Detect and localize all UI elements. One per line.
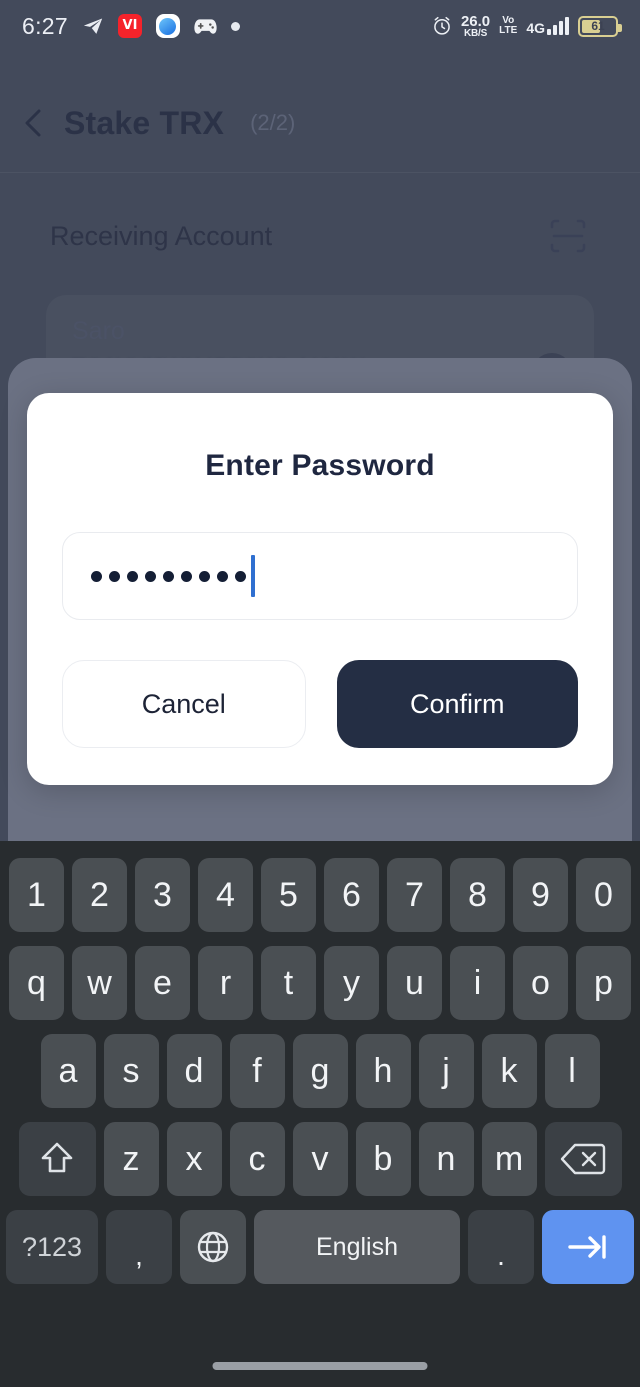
key-b[interactable]: b	[355, 1122, 411, 1196]
shift-icon	[41, 1142, 73, 1173]
key-t[interactable]: t	[261, 946, 316, 1020]
key-w[interactable]: w	[72, 946, 127, 1020]
key-v[interactable]: v	[292, 1122, 348, 1196]
key-c[interactable]: c	[229, 1122, 285, 1196]
signal-indicator: 4G	[526, 17, 569, 35]
key-6[interactable]: 6	[324, 858, 379, 932]
keyboard-row-bottom: z x c v b n m	[0, 1122, 640, 1196]
key-9[interactable]: 9	[513, 858, 568, 932]
vi-app-icon: VI	[117, 14, 142, 38]
password-dialog: Enter Password Cancel Confirm	[27, 393, 613, 785]
key-5[interactable]: 5	[261, 858, 316, 932]
key-i[interactable]: i	[450, 946, 505, 1020]
account-name: Saro	[72, 317, 125, 345]
volte-icon: Vo LTE	[499, 16, 517, 36]
backspace-key[interactable]	[544, 1122, 622, 1196]
signal-bars-icon	[547, 17, 569, 35]
network-speed-unit: KB/S	[464, 27, 488, 39]
enter-key[interactable]	[542, 1210, 634, 1284]
keyboard-row-top: q w e r t y u i o p	[0, 946, 640, 1020]
status-bar: 6:27 VI 26.0 KB/S Vo LTE 4G 61	[0, 0, 640, 52]
virtual-keyboard: 1 2 3 4 5 6 7 8 9 0 q w e r t y u i o p …	[0, 841, 640, 1387]
key-s[interactable]: s	[103, 1034, 159, 1108]
period-key[interactable]: .	[468, 1210, 534, 1284]
comma-key[interactable]: ,	[106, 1210, 172, 1284]
key-2[interactable]: 2	[72, 858, 127, 932]
key-x[interactable]: x	[166, 1122, 222, 1196]
key-1[interactable]: 1	[9, 858, 64, 932]
key-g[interactable]: g	[292, 1034, 348, 1108]
key-o[interactable]: o	[513, 946, 568, 1020]
home-indicator[interactable]	[212, 1362, 428, 1370]
key-0[interactable]: 0	[576, 858, 631, 932]
scan-qr-icon[interactable]	[546, 214, 590, 258]
key-4[interactable]: 4	[198, 858, 253, 932]
dialog-actions: Cancel Confirm	[62, 660, 578, 748]
language-switch-key[interactable]	[180, 1210, 246, 1284]
section-title: Receiving Account	[50, 220, 273, 251]
dot-icon	[230, 21, 240, 31]
alarm-icon	[434, 16, 450, 35]
key-y[interactable]: y	[324, 946, 379, 1020]
page-step: (2/2)	[250, 110, 296, 135]
key-n[interactable]: n	[418, 1122, 474, 1196]
key-l[interactable]: l	[544, 1034, 600, 1108]
key-d[interactable]: d	[166, 1034, 222, 1108]
browser-icon	[155, 14, 180, 38]
key-8[interactable]: 8	[450, 858, 505, 932]
page-title: Stake TRX	[64, 104, 225, 141]
key-a[interactable]: a	[40, 1034, 96, 1108]
space-key[interactable]: English	[254, 1210, 460, 1284]
key-j[interactable]: j	[418, 1034, 474, 1108]
globe-icon	[197, 1231, 229, 1263]
status-bar-right: 26.0 KB/S Vo LTE 4G 61	[432, 14, 622, 39]
key-f[interactable]: f	[229, 1034, 285, 1108]
key-3[interactable]: 3	[135, 858, 190, 932]
dialog-title: Enter Password	[205, 449, 435, 482]
key-k[interactable]: k	[481, 1034, 537, 1108]
text-caret	[251, 555, 255, 597]
app-header: Stake TRX (2/2)	[0, 90, 640, 156]
key-u[interactable]: u	[387, 946, 442, 1020]
battery-icon: 61	[578, 15, 622, 37]
header-divider	[0, 172, 640, 173]
network-speed-value: 26.0	[460, 12, 491, 30]
network-speed: 26.0 KB/S	[461, 14, 490, 39]
keyboard-row-numbers: 1 2 3 4 5 6 7 8 9 0	[0, 858, 640, 932]
status-bar-clock: 6:27	[22, 12, 68, 39]
gamepad-icon	[194, 18, 217, 34]
backspace-icon	[560, 1143, 606, 1175]
password-input[interactable]	[62, 532, 578, 620]
battery-percent: 61	[591, 19, 605, 33]
back-icon[interactable]	[22, 108, 44, 138]
key-7[interactable]: 7	[387, 858, 442, 932]
shift-key[interactable]	[18, 1122, 96, 1196]
key-p[interactable]: p	[576, 946, 631, 1020]
key-q[interactable]: q	[9, 946, 64, 1020]
key-h[interactable]: h	[355, 1034, 411, 1108]
keyboard-row-home: a s d f g h j k l	[0, 1034, 640, 1108]
status-bar-left: 6:27 VI	[22, 13, 240, 40]
symbols-key[interactable]: ?123	[6, 1210, 98, 1284]
volte-bottom: LTE	[499, 25, 518, 36]
password-masked-value	[91, 570, 246, 582]
key-e[interactable]: e	[135, 946, 190, 1020]
confirm-button[interactable]: Confirm	[336, 660, 578, 748]
key-m[interactable]: m	[481, 1122, 537, 1196]
key-z[interactable]: z	[103, 1122, 159, 1196]
tab-next-icon	[568, 1235, 606, 1259]
phone-screen: 6:27 VI 26.0 KB/S Vo LTE 4G 61 Stake TRX…	[0, 0, 640, 1387]
telegram-icon	[83, 18, 103, 34]
key-r[interactable]: r	[198, 946, 253, 1020]
receiving-account-section: Receiving Account	[0, 212, 640, 260]
cancel-button[interactable]: Cancel	[62, 660, 306, 748]
keyboard-row-space: ?123 , English .	[0, 1210, 640, 1284]
network-type-label: 4G	[526, 20, 545, 36]
